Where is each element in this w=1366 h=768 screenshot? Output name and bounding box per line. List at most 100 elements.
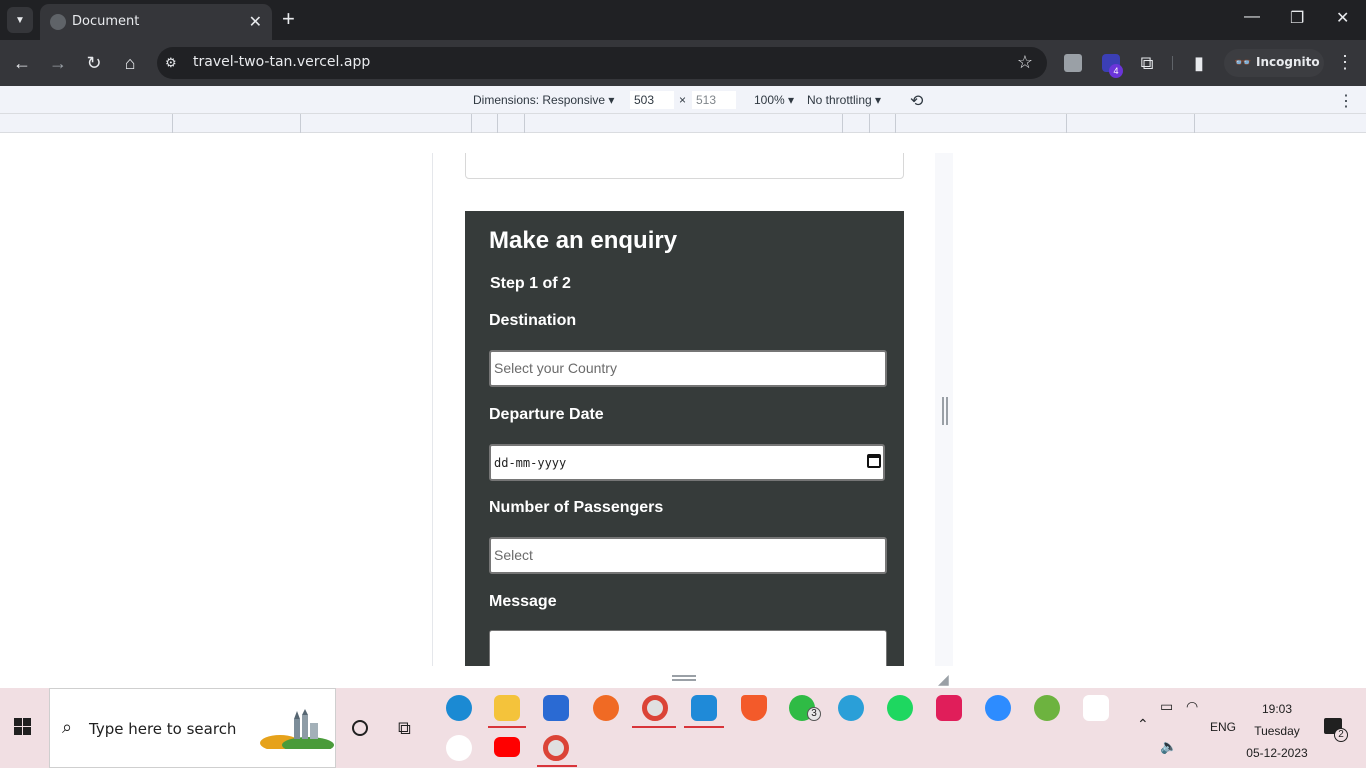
- windows-taskbar: ⌕ Type here to search ⧉ 3 ⌃ ▭ ◠ 🔈 ENG 19…: [0, 688, 1366, 768]
- edge-icon[interactable]: [446, 695, 472, 721]
- incognito-label: Incognito: [1256, 55, 1320, 69]
- chrome-secondary-indicator: [537, 765, 577, 767]
- brave-icon[interactable]: [741, 695, 767, 721]
- media-query-segment[interactable]: [300, 114, 301, 133]
- dimensions-label: Dimensions: Responsive: [473, 93, 606, 107]
- vscode-icon[interactable]: [691, 695, 717, 721]
- site-info-icon[interactable]: ⚙: [165, 55, 177, 71]
- postman-icon[interactable]: [593, 695, 619, 721]
- height-input[interactable]: 513: [692, 91, 736, 109]
- media-query-segment[interactable]: [1066, 114, 1067, 133]
- tab-search-button[interactable]: ▼: [7, 7, 33, 33]
- slack-icon[interactable]: [936, 695, 962, 721]
- clock-date: 05-12-2023: [1246, 746, 1308, 760]
- side-panel-icon[interactable]: ▮: [1189, 53, 1209, 73]
- notification-count: 2: [1334, 728, 1348, 742]
- form-heading: Make an enquiry: [489, 227, 678, 254]
- language-indicator[interactable]: ENG: [1210, 720, 1236, 734]
- close-icon[interactable]: ✕: [249, 12, 262, 32]
- incognito-profile-button[interactable]: 👓 Incognito: [1224, 49, 1324, 77]
- taskbar-search-box[interactable]: ⌕ Type here to search: [49, 688, 336, 768]
- chrome-active-indicator: [632, 726, 676, 728]
- throttling-dropdown[interactable]: No throttling ▾: [807, 93, 881, 107]
- extension-icon[interactable]: [1064, 54, 1082, 72]
- whatsapp-badge: 3: [807, 707, 821, 721]
- task-view-icon[interactable]: ⧉: [398, 718, 411, 739]
- width-input[interactable]: 503: [630, 91, 674, 109]
- clock-day: Tuesday: [1254, 724, 1300, 738]
- incognito-icon: 👓: [1234, 55, 1252, 71]
- file-explorer-icon[interactable]: [494, 695, 520, 721]
- throttling-label: No throttling: [807, 93, 872, 107]
- rotate-icon[interactable]: ⟲: [910, 91, 923, 111]
- chevron-down-icon: ▼: [15, 14, 25, 26]
- volume-icon[interactable]: 🔈: [1160, 738, 1177, 755]
- address-bar[interactable]: ⚙ travel-two-tan.vercel.app ☆: [157, 47, 1047, 79]
- media-query-bar[interactable]: [0, 114, 1366, 133]
- message-textarea[interactable]: [489, 630, 887, 666]
- browser-tab-strip: ▼ Document ✕ + — ❐ ✕: [0, 0, 1366, 40]
- forward-icon[interactable]: →: [48, 53, 68, 73]
- restore-icon[interactable]: ❐: [1290, 8, 1304, 28]
- back-icon[interactable]: ←: [12, 53, 32, 73]
- mongodb-icon[interactable]: [446, 735, 472, 761]
- date-value: dd-mm-yyyy: [494, 456, 567, 470]
- message-label: Message: [489, 593, 557, 610]
- more-menu-icon[interactable]: ⋮: [1336, 52, 1354, 73]
- chrome-incognito-icon[interactable]: [642, 695, 668, 721]
- resize-handle-right[interactable]: [942, 397, 948, 425]
- media-query-segment[interactable]: [497, 114, 498, 133]
- media-query-segment[interactable]: [471, 114, 472, 133]
- telegram-icon[interactable]: [838, 695, 864, 721]
- passengers-input[interactable]: Select: [489, 537, 887, 574]
- page-viewport: Make an enquiry Step 1 of 2 Destination …: [0, 133, 1366, 688]
- media-query-segment[interactable]: [895, 114, 896, 133]
- destination-label: Destination: [489, 312, 577, 329]
- wifi-icon[interactable]: ◠: [1186, 698, 1198, 715]
- spring-tools-icon[interactable]: [1034, 695, 1060, 721]
- puzzle-icon[interactable]: ⧉: [1137, 53, 1157, 73]
- resize-handle-bottom[interactable]: [672, 675, 696, 681]
- reload-icon[interactable]: ↻: [84, 53, 104, 73]
- destination-input[interactable]: Select your Country: [489, 350, 887, 387]
- step-indicator: Step 1 of 2: [490, 275, 571, 292]
- times-symbol: ×: [679, 93, 687, 107]
- toolbar-divider: [1172, 56, 1173, 70]
- browser-toolbar: ← → ↻ ⌂ ⚙ travel-two-tan.vercel.app ☆ 4 …: [0, 40, 1366, 86]
- castle-illustration-icon: [260, 709, 334, 749]
- media-query-segment[interactable]: [172, 114, 173, 133]
- zoom-dropdown[interactable]: 100% ▾: [754, 93, 794, 107]
- new-tab-button[interactable]: +: [282, 8, 295, 30]
- bookmark-star-icon[interactable]: ☆: [1017, 52, 1033, 73]
- spotify-icon[interactable]: [887, 695, 913, 721]
- vscode-active-indicator: [684, 726, 724, 728]
- extension-badge: 4: [1109, 64, 1123, 78]
- media-query-segment[interactable]: [869, 114, 870, 133]
- mongodb-compass-icon[interactable]: [1083, 695, 1109, 721]
- resize-handle-corner[interactable]: ◢: [938, 671, 949, 688]
- enquiry-form: Make an enquiry Step 1 of 2 Destination …: [465, 211, 904, 666]
- media-query-segment[interactable]: [842, 114, 843, 133]
- zoom-icon[interactable]: [985, 695, 1011, 721]
- microsoft-store-icon[interactable]: [543, 695, 569, 721]
- calendar-icon[interactable]: [867, 454, 881, 468]
- device-toolbar: Dimensions: Responsive ▾ 503 × 513 100% …: [0, 86, 1366, 114]
- chrome-icon[interactable]: [543, 735, 569, 761]
- minimize-icon[interactable]: —: [1244, 8, 1260, 26]
- clock[interactable]: 19:03 Tuesday 05-12-2023: [1240, 698, 1314, 764]
- devtools-more-icon[interactable]: ⋮: [1338, 91, 1354, 111]
- close-window-icon[interactable]: ✕: [1336, 8, 1349, 28]
- media-query-segment[interactable]: [1194, 114, 1195, 133]
- home-icon[interactable]: ⌂: [120, 53, 140, 73]
- dimensions-dropdown[interactable]: Dimensions: Responsive ▾: [473, 93, 614, 107]
- show-hidden-icons-icon[interactable]: ⌃: [1137, 716, 1149, 733]
- file-explorer-active-indicator: [488, 726, 526, 728]
- cortana-icon[interactable]: [352, 720, 368, 736]
- youtube-icon[interactable]: [494, 737, 520, 757]
- search-icon: ⌕: [62, 717, 73, 737]
- media-query-segment[interactable]: [524, 114, 525, 133]
- battery-icon[interactable]: ▭: [1160, 698, 1173, 715]
- browser-tab[interactable]: Document ✕: [40, 4, 272, 40]
- device-frame: Make an enquiry Step 1 of 2 Destination …: [432, 153, 935, 666]
- departure-date-input[interactable]: dd-mm-yyyy: [489, 444, 885, 481]
